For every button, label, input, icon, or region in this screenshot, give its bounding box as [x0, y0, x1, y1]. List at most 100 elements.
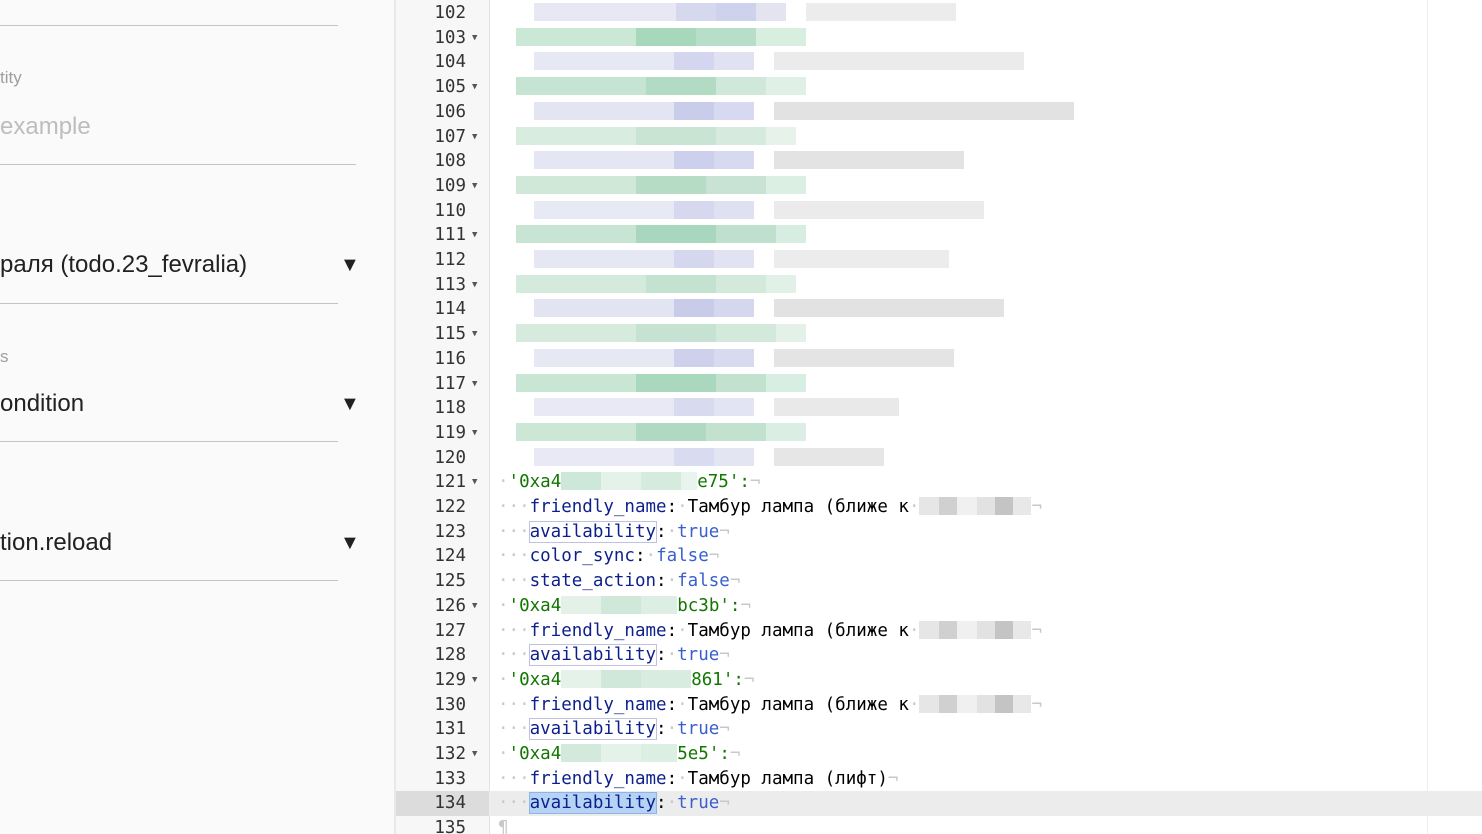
code-line-121[interactable]: 121 ▼ ·'0xa4 e75':¬	[396, 470, 1482, 495]
fold-toggle-icon[interactable]: ▼	[472, 174, 477, 199]
code-content[interactable]	[498, 421, 806, 446]
code-line-105[interactable]: 105 ▼	[396, 75, 1482, 100]
fold-toggle-icon[interactable]: ▼	[472, 372, 477, 397]
code-line-107[interactable]: 107 ▼	[396, 125, 1482, 150]
code-line-132[interactable]: 132 ▼ ·'0xa4 5e5':¬	[396, 742, 1482, 767]
code-content[interactable]	[498, 174, 806, 199]
code-line-134[interactable]: 134 ···availability:·true¬	[396, 791, 1482, 817]
code-content[interactable]	[498, 26, 806, 51]
condition-type-select[interactable]: ondition	[0, 390, 84, 418]
code-line-125[interactable]: 125 ···state_action:·false¬	[396, 569, 1482, 594]
code-content[interactable]: ·'0xa4 861':¬	[498, 668, 754, 693]
code-content[interactable]: ···state_action:·false¬	[498, 569, 740, 594]
code-line-117[interactable]: 117 ▼	[396, 372, 1482, 397]
fold-toggle-icon[interactable]: ▼	[472, 421, 477, 446]
code-line-114[interactable]: 114	[396, 297, 1482, 322]
code-line-115[interactable]: 115 ▼	[396, 322, 1482, 347]
fold-toggle-icon[interactable]: ▼	[472, 470, 477, 495]
yaml-key: state_action	[529, 571, 657, 592]
fold-toggle-icon[interactable]: ▼	[472, 322, 477, 347]
code-content[interactable]: ···availability:·true¬	[498, 520, 730, 545]
entity-id-string: '0xa4	[508, 669, 562, 690]
code-content[interactable]	[498, 297, 1004, 322]
code-line-127[interactable]: 127 ···friendly_name:·Тамбур лампа (ближе…	[396, 619, 1482, 644]
todo-select-dropdown-icon[interactable]: ▼	[340, 254, 360, 277]
code-line-124[interactable]: 124 ···color_sync:·false¬	[396, 544, 1482, 569]
fold-toggle-icon[interactable]: ▼	[472, 668, 477, 693]
end-of-line-marker: ¬	[719, 521, 730, 542]
code-content[interactable]	[498, 149, 964, 174]
code-content[interactable]	[498, 100, 1074, 125]
code-line-123[interactable]: 123 ···availability:·true¬	[396, 520, 1482, 545]
code-content[interactable]: ···color_sync:·false¬	[498, 544, 719, 569]
code-content[interactable]	[498, 199, 984, 224]
code-content[interactable]	[498, 248, 949, 273]
code-content[interactable]: ·'0xa4 e75':¬	[498, 470, 760, 495]
code-line-128[interactable]: 128 ···availability:·true¬	[396, 643, 1482, 668]
code-content[interactable]: ·'0xa4 bc3b':¬	[498, 594, 751, 619]
code-content[interactable]: ·'0xa4 5e5':¬	[498, 742, 740, 767]
code-content[interactable]	[498, 75, 806, 100]
code-content[interactable]	[498, 347, 954, 372]
code-line-109[interactable]: 109 ▼	[396, 174, 1482, 199]
code-line-111[interactable]: 111 ▼	[396, 223, 1482, 248]
code-line-120[interactable]: 120	[396, 446, 1482, 471]
code-line-130[interactable]: 130 ···friendly_name:·Тамбур лампа (ближе…	[396, 693, 1482, 718]
entity-id-string: '0xa4	[508, 472, 562, 493]
fold-toggle-icon[interactable]: ▼	[472, 594, 477, 619]
redacted-block	[919, 694, 1032, 713]
fold-toggle-icon[interactable]: ▼	[472, 125, 477, 150]
code-content[interactable]	[498, 50, 1024, 75]
code-line-104[interactable]: 104	[396, 50, 1482, 75]
entity-input[interactable]: example	[0, 113, 91, 141]
code-content[interactable]: ···friendly_name:·Тамбур лампа (лифт)¬	[498, 767, 898, 792]
code-line-110[interactable]: 110	[396, 199, 1482, 224]
line-number: 117	[434, 373, 466, 394]
code-line-135[interactable]: 135 ¶	[396, 816, 1482, 834]
code-line-116[interactable]: 116	[396, 347, 1482, 372]
code-line-118[interactable]: 118	[396, 396, 1482, 421]
code-line-106[interactable]: 106	[396, 100, 1482, 125]
code-line-103[interactable]: 103 ▼	[396, 26, 1482, 51]
fold-toggle-icon[interactable]: ▼	[472, 223, 477, 248]
code-line-131[interactable]: 131 ···availability:·true¬	[396, 717, 1482, 742]
redacted-block	[561, 472, 698, 491]
code-line-119[interactable]: 119 ▼	[396, 421, 1482, 446]
code-line-126[interactable]: 126 ▼ ·'0xa4 bc3b':¬	[396, 594, 1482, 619]
code-line-102[interactable]: 102	[396, 1, 1482, 26]
code-line-122[interactable]: 122 ···friendly_name:·Тамбур лампа (ближе…	[396, 495, 1482, 520]
code-content[interactable]	[498, 273, 796, 298]
code-content[interactable]: ···availability:·true¬	[498, 643, 730, 668]
fold-toggle-icon[interactable]: ▼	[472, 26, 477, 51]
redacted-code-line	[534, 348, 954, 367]
condition-select-dropdown-icon[interactable]: ▼	[340, 393, 360, 416]
code-content[interactable]	[498, 396, 899, 421]
fold-toggle-icon[interactable]: ▼	[472, 273, 477, 298]
yaml-code-editor[interactable]: 102 103 ▼ 104 105 ▼ 106 107 ▼ 108 109 ▼ 110 111 ▼ 112 11…	[396, 0, 1482, 834]
line-number: 129	[434, 669, 466, 690]
code-content[interactable]	[498, 322, 806, 347]
code-content[interactable]: ···friendly_name:·Тамбур лампа (ближе к·…	[498, 619, 1042, 644]
code-line-133[interactable]: 133 ···friendly_name:·Тамбур лампа (лифт)…	[396, 767, 1482, 792]
code-line-108[interactable]: 108	[396, 149, 1482, 174]
code-content[interactable]: ···friendly_name:·Тамбур лампа (ближе к·…	[498, 693, 1042, 718]
code-content[interactable]	[498, 223, 806, 248]
code-content[interactable]: ···friendly_name:·Тамбур лампа (ближе к·…	[498, 495, 1042, 520]
code-content[interactable]: ···availability:·true¬	[498, 717, 730, 742]
fold-toggle-icon[interactable]: ▼	[472, 742, 477, 767]
friendly-name-value: Тамбур лампа (ближе к	[687, 620, 909, 641]
boolean-value: true	[677, 521, 720, 542]
code-content[interactable]: ¶	[498, 816, 509, 834]
code-line-112[interactable]: 112	[396, 248, 1482, 273]
fold-toggle-icon[interactable]: ▼	[472, 75, 477, 100]
todo-entity-select[interactable]: раля (todo.23_fevralia)	[0, 251, 247, 279]
code-content[interactable]	[498, 372, 806, 397]
action-select-dropdown-icon[interactable]: ▼	[340, 532, 360, 555]
code-content[interactable]	[498, 446, 884, 471]
code-line-129[interactable]: 129 ▼ ·'0xa4 861':¬	[396, 668, 1482, 693]
code-content[interactable]	[498, 1, 956, 26]
code-line-113[interactable]: 113 ▼	[396, 273, 1482, 298]
action-service-select[interactable]: tion.reload	[0, 529, 112, 557]
code-content[interactable]	[498, 125, 796, 150]
code-content[interactable]: ···availability:·true¬	[498, 791, 730, 816]
